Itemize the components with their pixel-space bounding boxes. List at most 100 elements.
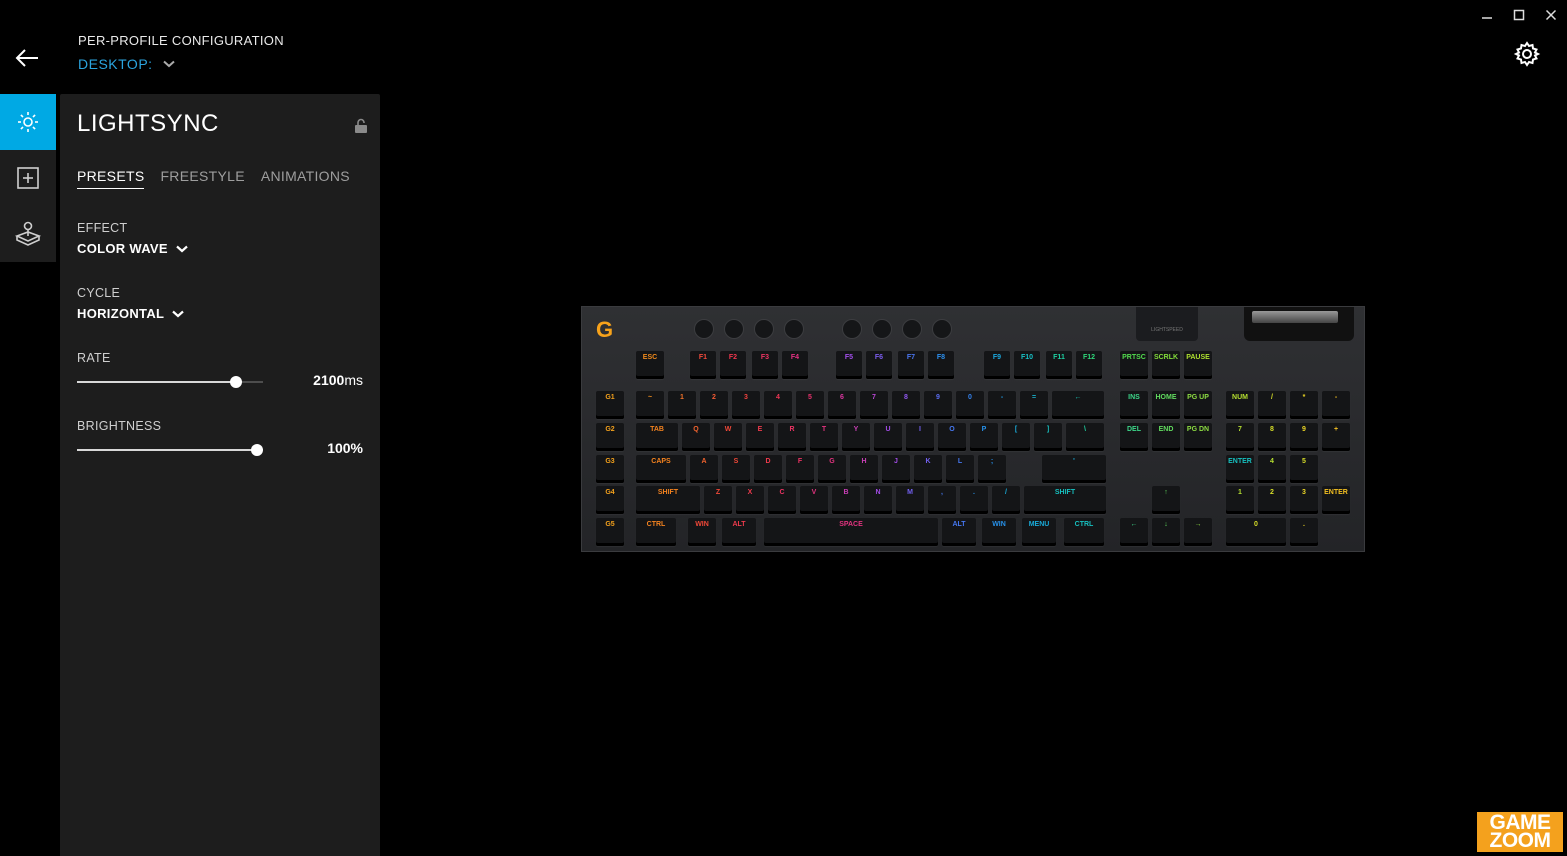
keyboard-key: P — [970, 423, 998, 451]
keyboard-key: PG DN — [1184, 423, 1212, 451]
keyboard-key: E — [746, 423, 774, 451]
keyboard-key: ESC — [636, 351, 664, 379]
side-navigation — [0, 94, 56, 262]
keyboard-key: G — [818, 455, 846, 483]
unlock-icon[interactable] — [354, 118, 368, 134]
keyboard-key: 8 — [892, 391, 920, 419]
keyboard-preview: G LIGHTSPEED ESC F1 F2 F3 F4 F5 F6 F7 F8 F9 F10 F11… — [581, 306, 1365, 552]
keyboard-key: 1 — [668, 391, 696, 419]
keyboard-key: 9 — [924, 391, 952, 419]
tab-animations[interactable]: ANIMATIONS — [261, 168, 350, 189]
keyboard-key: D — [754, 455, 782, 483]
brightness-slider-thumb[interactable] — [251, 444, 263, 456]
keyboard-key: F5 — [836, 351, 862, 379]
arrow-left-icon — [15, 49, 38, 67]
keyboard-key: 7 — [1226, 423, 1254, 451]
keyboard-key: 4 — [764, 391, 792, 419]
lightsync-panel: LIGHTSYNC PRESETS FREESTYLE ANIMATIONS E… — [60, 94, 380, 856]
keyboard-key: * — [1290, 391, 1318, 419]
keyboard-key: K — [914, 455, 942, 483]
media-button — [694, 319, 714, 339]
keyboard-key: L — [946, 455, 974, 483]
keyboard-key: SHIFT — [1024, 486, 1106, 514]
keyboard-key: SHIFT — [636, 486, 700, 514]
watermark-logo: GAME ZOOM — [1477, 812, 1563, 852]
keyboard-key: G4 — [596, 486, 624, 514]
keyboard-key: \ — [1066, 423, 1104, 451]
keyboard-key: ; — [978, 455, 1006, 483]
keyboard-key: + — [1322, 423, 1350, 451]
keyboard-key: END — [1152, 423, 1180, 451]
joystick-icon — [14, 221, 42, 246]
keyboard-key: INS — [1120, 391, 1148, 419]
rate-unit: ms — [344, 372, 363, 388]
keyboard-key: F11 — [1046, 351, 1072, 379]
keyboard-key: F4 — [782, 351, 808, 379]
cycle-dropdown[interactable]: HORIZONTAL — [77, 306, 184, 321]
keyboard-key: F9 — [984, 351, 1010, 379]
rate-slider-thumb[interactable] — [230, 376, 242, 388]
brightness-slider[interactable] — [77, 444, 263, 456]
keyboard-key: 6 — [828, 391, 856, 419]
nav-lightsync[interactable] — [0, 94, 56, 150]
keyboard-key: N — [864, 486, 892, 514]
keyboard-key: Z — [704, 486, 732, 514]
keyboard-key: - — [1322, 391, 1350, 419]
keyboard-key: 7 — [860, 391, 888, 419]
media-button — [754, 319, 774, 339]
keyboard-key: 0 — [956, 391, 984, 419]
keyboard-key: TAB — [636, 423, 678, 451]
tab-presets[interactable]: PRESETS — [77, 168, 145, 189]
minimize-icon[interactable] — [1471, 0, 1503, 30]
keyboard-key: → — [1184, 518, 1212, 546]
keyboard-key: O — [938, 423, 966, 451]
keyboard-key: F7 — [898, 351, 924, 379]
nav-game-mode[interactable] — [0, 206, 56, 262]
keyboard-key: 4 — [1258, 455, 1286, 483]
back-button[interactable] — [12, 44, 42, 72]
keyboard-key: ← — [1052, 391, 1104, 419]
keyboard-key: PG UP — [1184, 391, 1212, 419]
keyboard-key: . — [1290, 518, 1318, 546]
profile-label: DESKTOP: — [78, 56, 153, 72]
chevron-down-icon — [162, 60, 175, 68]
rate-number: 2100 — [313, 372, 345, 388]
profile-dropdown[interactable]: DESKTOP: — [78, 56, 175, 72]
media-button — [784, 319, 804, 339]
keyboard-key: F6 — [866, 351, 892, 379]
keyboard-key: F — [786, 455, 814, 483]
keyboard-key: / — [992, 486, 1020, 514]
keyboard-key: M — [896, 486, 924, 514]
page-title: PER-PROFILE CONFIGURATION — [78, 33, 284, 48]
keyboard-key: ENTER — [1322, 486, 1350, 514]
keyboard-key: = — [1020, 391, 1048, 419]
rate-slider[interactable] — [77, 376, 263, 388]
keyboard-key: F3 — [752, 351, 778, 379]
chevron-down-icon — [176, 245, 188, 252]
nav-assignments[interactable] — [0, 150, 56, 206]
keyboard-key: ' — [1042, 455, 1106, 483]
settings-button[interactable] — [1513, 40, 1541, 68]
keyboard-key: ] — [1034, 423, 1062, 451]
keyboard-key: 3 — [732, 391, 760, 419]
keyboard-key: X — [736, 486, 764, 514]
tab-freestyle[interactable]: FREESTYLE — [160, 168, 244, 189]
gear-icon — [1513, 41, 1541, 67]
keyboard-key: 2 — [700, 391, 728, 419]
effect-dropdown[interactable]: COLOR WAVE — [77, 241, 188, 256]
keyboard-key: J — [882, 455, 910, 483]
close-icon[interactable] — [1535, 0, 1567, 30]
keyboard-key: MENU — [1022, 518, 1056, 546]
maximize-icon[interactable] — [1503, 0, 1535, 30]
rate-slider-fill — [77, 381, 236, 383]
keyboard-key: PAUSE — [1184, 351, 1212, 379]
keyboard-key: G1 — [596, 391, 624, 419]
keyboard-key: ~ — [636, 391, 664, 419]
keyboard-key: NUM — [1226, 391, 1254, 419]
keyboard-key: WIN — [688, 518, 716, 546]
keyboard-key: 5 — [1290, 455, 1318, 483]
keyboard-keys: ESC F1 F2 F3 F4 F5 F6 F7 F8 F9 F10 F11 F12 PRTSC SCRLK… — [582, 307, 1364, 551]
keyboard-key: 5 — [796, 391, 824, 419]
media-button — [724, 319, 744, 339]
media-button — [872, 319, 892, 339]
